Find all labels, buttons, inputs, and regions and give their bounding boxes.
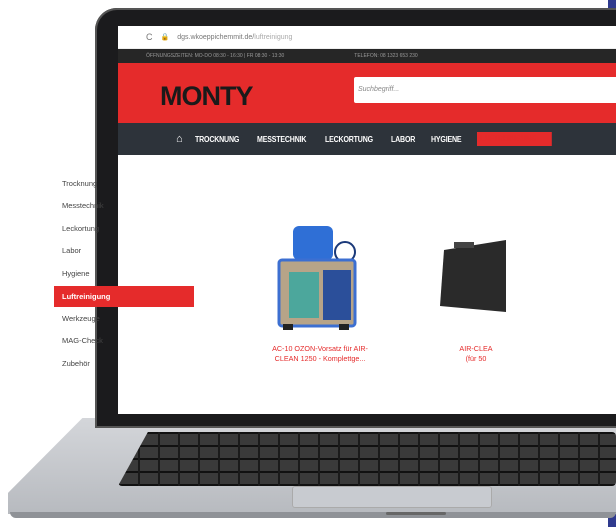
- phone-number[interactable]: TELEFON: 08 1323 653 230: [354, 53, 417, 59]
- sidebar-item-labor[interactable]: Labor: [54, 240, 194, 262]
- laptop-keyboard: [118, 432, 616, 486]
- sidebar-item-mag-check[interactable]: MAG-Check: [54, 330, 194, 352]
- airclean-handle: [454, 242, 474, 248]
- info-topbar: ÖFFNUNGSZEITEN: MO-DO 08:30 - 16:30 | FR…: [118, 49, 616, 63]
- laptop-trackpad: [292, 486, 492, 508]
- url-path: luftreinigung: [254, 33, 293, 41]
- sidebar-item-hygiene[interactable]: Hygiene: [54, 263, 194, 285]
- site-logo[interactable]: MONTY: [160, 81, 253, 112]
- product-title-airclean-line2: (für 50: [465, 354, 487, 363]
- foot-right: [339, 324, 349, 330]
- sidebar-item-trocknung[interactable]: Trocknung: [54, 173, 194, 195]
- uv-window: [289, 272, 319, 318]
- product-title-airclean-line1: AIR-CLEA: [459, 344, 493, 353]
- url-text[interactable]: dgs.wkoeppichemmit.de/luftreinigung: [177, 34, 292, 41]
- airclean-body: [440, 240, 506, 312]
- home-icon[interactable]: ⌂: [176, 133, 183, 145]
- product-title-airclean[interactable]: AIR-CLEA (für 50: [436, 344, 516, 364]
- sidebar-item-werkzeuge[interactable]: Werkzeuge: [54, 308, 194, 330]
- nav-item-luftreinigung[interactable]: LUFTREINIGUNG: [477, 132, 553, 146]
- reload-icon[interactable]: C: [146, 32, 153, 42]
- sidebar-item-luftreinigung[interactable]: Luftreinigung: [54, 285, 194, 307]
- nav-item-trocknung[interactable]: TROCKNUNG: [195, 135, 239, 144]
- url-domain: dgs.wkoeppichemmit.de/: [177, 33, 255, 41]
- nav-item-leckortung[interactable]: LECKORTUNG: [325, 135, 373, 144]
- site-header: MONTY Suchbegriff...: [118, 63, 616, 123]
- product-image-ozon[interactable]: [275, 222, 363, 334]
- sidebar-item-zubehoer[interactable]: Zubehör: [54, 353, 194, 375]
- laptop-hinge: [386, 512, 446, 515]
- laptop-base-edge: [10, 512, 616, 518]
- blower-housing: [293, 226, 333, 260]
- product-image-airclean[interactable]: [436, 236, 506, 316]
- opening-hours: ÖFFNUNGSZEITEN: MO-DO 08:30 - 16:30 | FR…: [146, 53, 285, 59]
- main-nav: ⌂ TROCKNUNG MESSTECHNIK LECKORTUNG LABOR…: [118, 123, 616, 155]
- product-title-ozon[interactable]: AC-10 OZON-Vorsatz für AIR- CLEAN 1250 -…: [252, 344, 388, 364]
- side-panel: [323, 270, 351, 320]
- nav-item-labor[interactable]: LABOR: [391, 135, 415, 144]
- search-input[interactable]: Suchbegriff...: [354, 77, 616, 103]
- category-sidebar: Trocknung Messtechnik Leckortung Labor H…: [54, 173, 194, 375]
- nav-item-messtechnik[interactable]: MESSTECHNIK: [257, 135, 306, 144]
- sidebar-item-leckortung[interactable]: Leckortung: [54, 218, 194, 240]
- product-title-ozon-line2: CLEAN 1250 - Komplettge...: [274, 354, 366, 363]
- lock-icon: 🔒: [160, 34, 170, 41]
- browser-address-bar[interactable]: C 🔒 dgs.wkoeppichemmit.de/luftreinigung: [118, 26, 616, 49]
- sidebar-item-messtechnik[interactable]: Messtechnik: [54, 195, 194, 217]
- foot-left: [283, 324, 293, 330]
- nav-item-hygiene[interactable]: HYGIENE: [431, 135, 462, 144]
- product-title-ozon-line1: AC-10 OZON-Vorsatz für AIR-: [272, 344, 368, 353]
